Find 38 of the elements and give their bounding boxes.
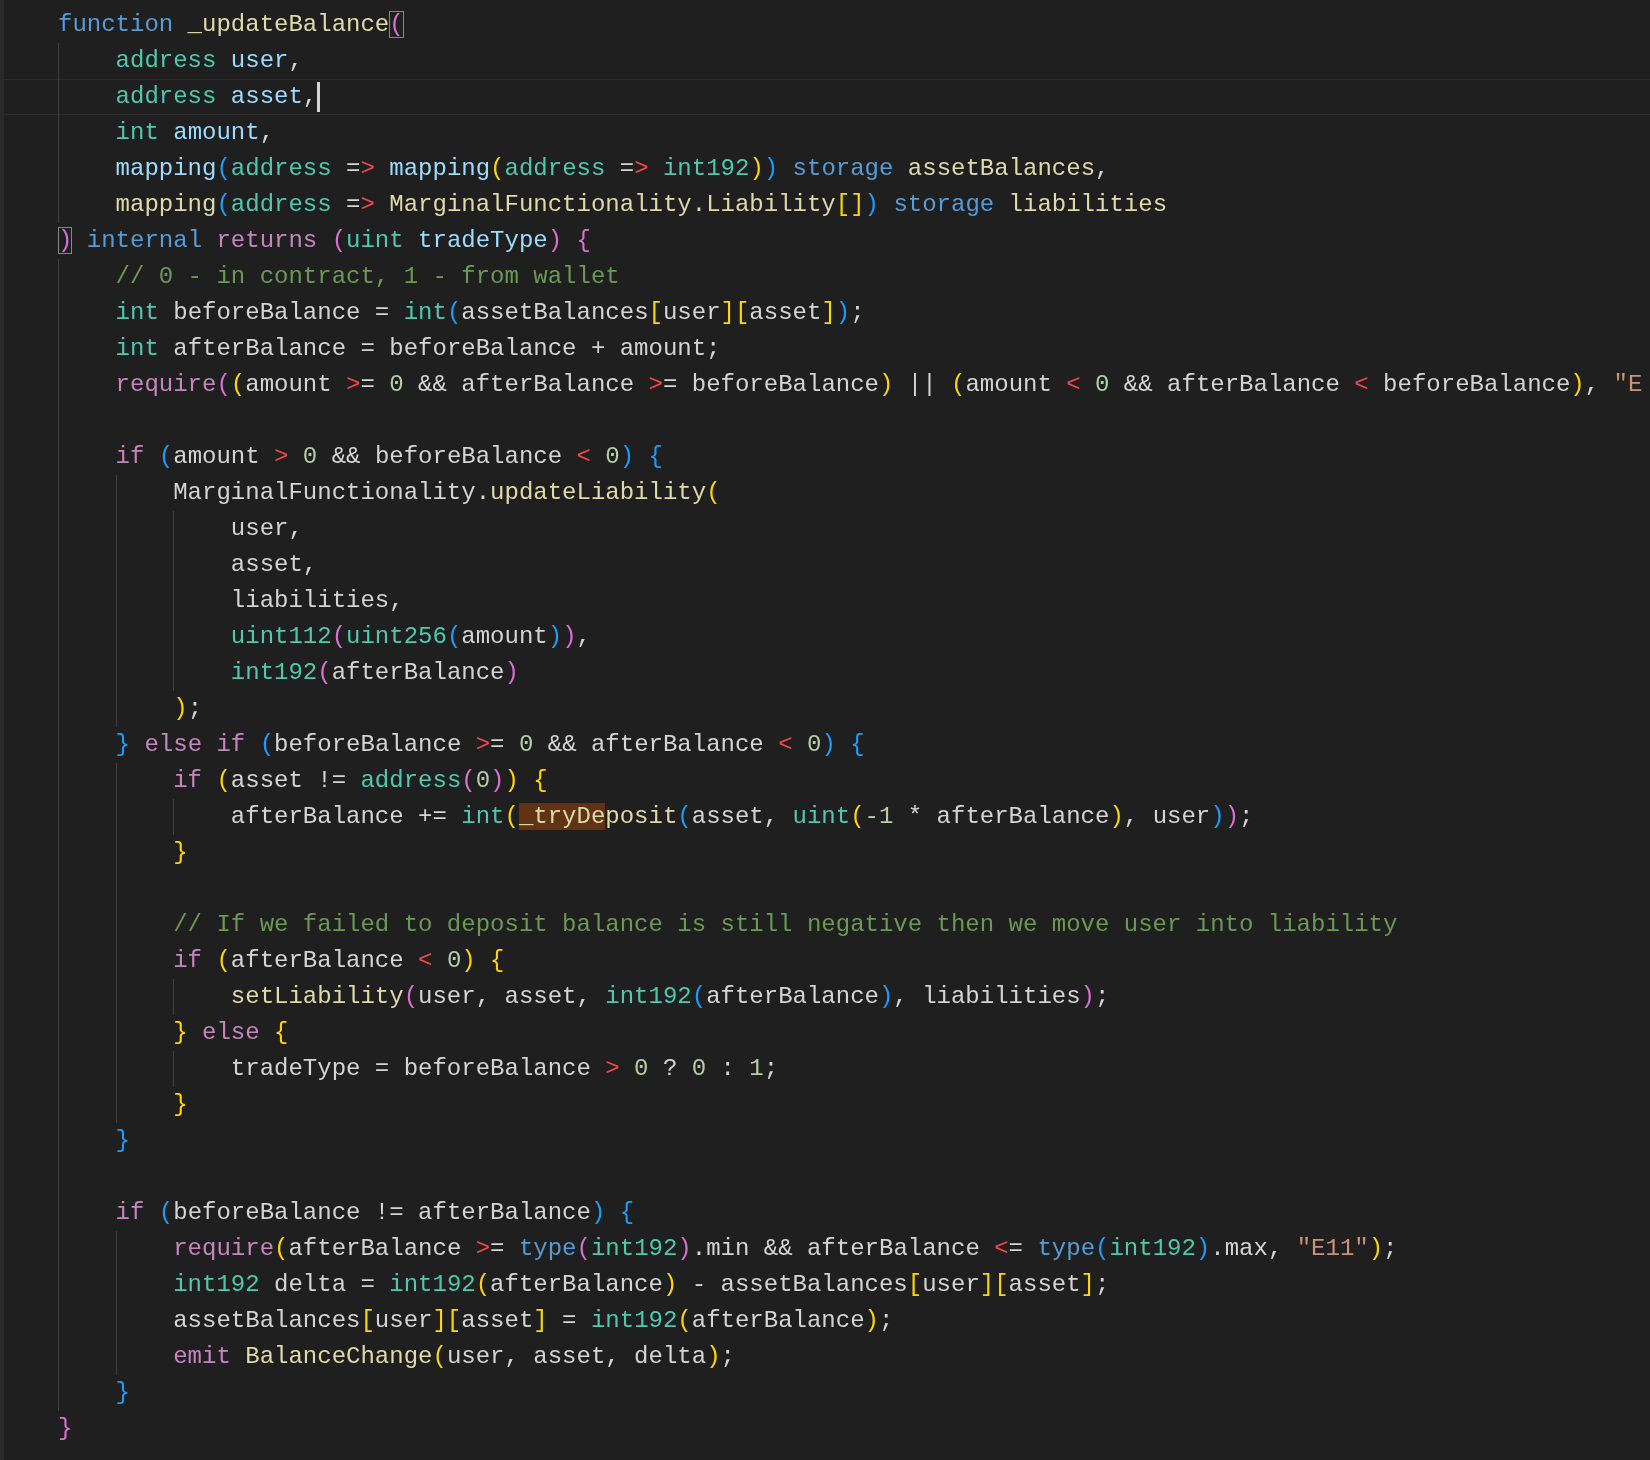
code-line: int192 delta = int192(afterBalance) - assetBalances[user][asset]; [58, 1267, 1110, 1303]
code-line: } [58, 1087, 188, 1123]
code-line: // 0 - in contract, 1 - from wallet [58, 259, 620, 295]
code-line: ) internal returns (uint tradeType) { [58, 226, 591, 256]
code-line: } [58, 1375, 130, 1411]
code-line: user, [58, 511, 303, 547]
code-line: tradeType = beforeBalance > 0 ? 0 : 1; [58, 1051, 779, 1087]
code-line: } [58, 1123, 130, 1159]
code-line: afterBalance += int(_tryDeposit(asset, uint(-1 * afterBalance), user)); [58, 799, 1254, 835]
code-line: ); [58, 691, 203, 727]
code-line: } [58, 835, 188, 871]
code-line: assetBalances[user][asset] = int192(afterBalance); [58, 1303, 894, 1339]
code-line: uint112(uint256(amount)), [58, 619, 591, 655]
code-line: address user, [58, 43, 303, 79]
code-line: asset, [58, 547, 318, 583]
code-line: // If we failed to deposit balance is still negative then we move user into liability [58, 907, 1398, 943]
code-line: MarginalFunctionality.updateLiability( [58, 475, 721, 511]
code-line: mapping(address => MarginalFunctionality.Liability[]) storage liabilities [58, 187, 1168, 223]
code-line: setLiability(user, asset, int192(afterBalance), liabilities); [58, 979, 1110, 1015]
code-line: int afterBalance = beforeBalance + amount; [58, 331, 721, 367]
code-line: function _updateBalance( [58, 10, 404, 40]
code-line: mapping(address => mapping(address => int192)) storage assetBalances, [58, 151, 1110, 187]
code-line: if (amount > 0 && beforeBalance < 0) { [58, 439, 663, 475]
code-line: liabilities, [58, 583, 404, 619]
code-line: if (afterBalance < 0) { [58, 943, 505, 979]
code-line: address asset, [58, 79, 318, 115]
code-line: int amount, [58, 115, 275, 151]
code-line: emit BalanceChange(user, asset, delta); [58, 1339, 735, 1375]
text-cursor [317, 82, 321, 112]
code-line: if (beforeBalance != afterBalance) { [58, 1195, 635, 1231]
code-line: } else if (beforeBalance >= 0 && afterBalance < 0) { [58, 727, 865, 763]
code-line: } else { [58, 1015, 289, 1051]
code-line: } [58, 1414, 73, 1444]
code-line: int beforeBalance = int(assetBalances[user][asset]); [58, 295, 865, 331]
code-line: int192(afterBalance) [58, 655, 519, 691]
code-line: require(afterBalance >= type(int192).min && afterBalance <= type(int192).max, "E11"); [58, 1231, 1398, 1267]
code-line: if (asset != address(0)) { [58, 763, 548, 799]
code-line: require((amount >= 0 && afterBalance >= beforeBalance) || (amount < 0 && afterBalance < beforeBalance), "E [58, 367, 1643, 403]
